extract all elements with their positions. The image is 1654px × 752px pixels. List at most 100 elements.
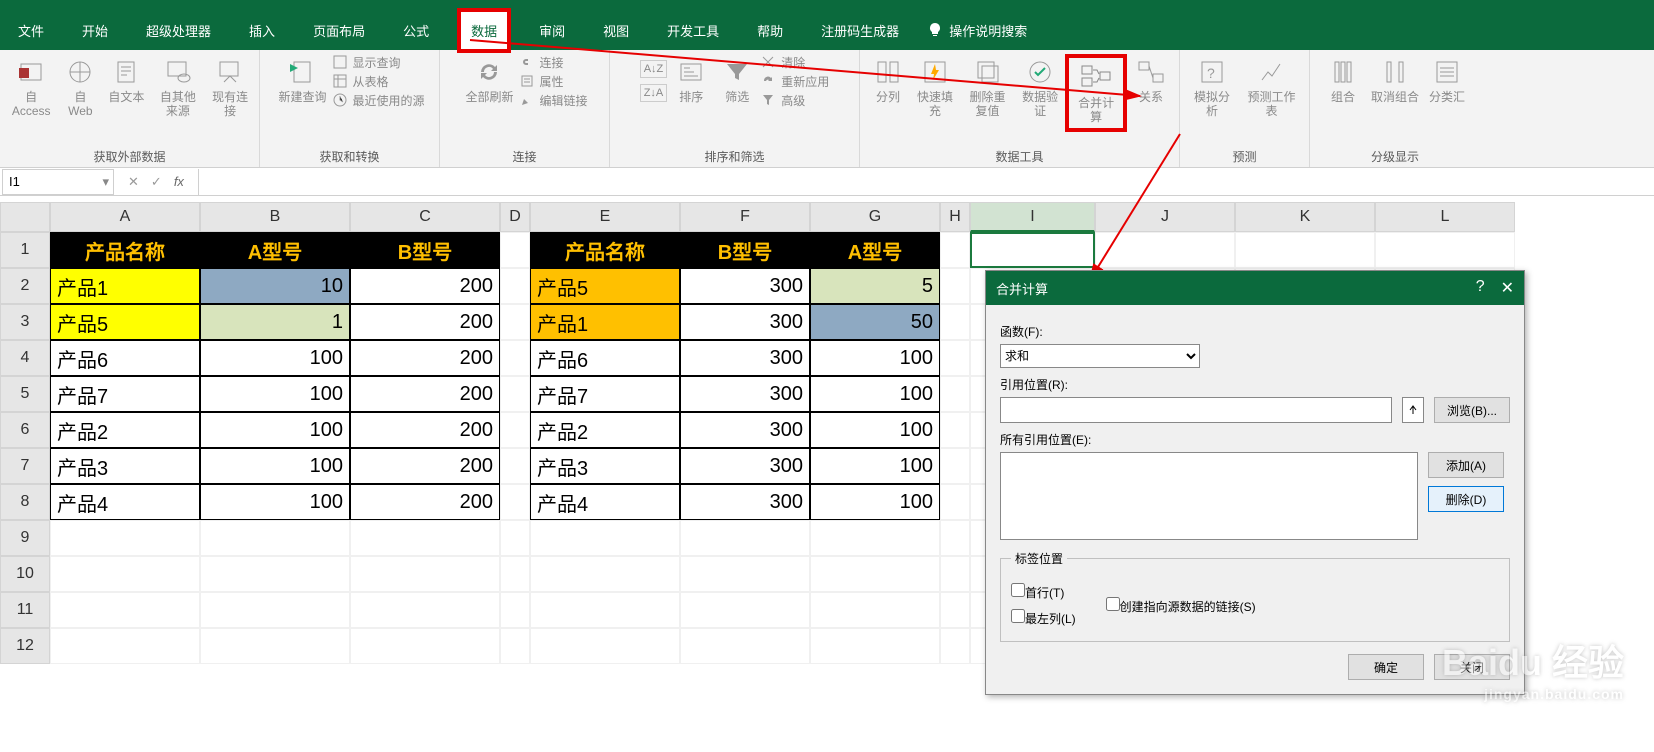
sort-desc-icon[interactable]: Z↓A <box>640 84 668 102</box>
tab-help[interactable]: 帮助 <box>747 12 793 49</box>
cell-H1[interactable] <box>940 232 970 268</box>
from-other-button[interactable]: 自其他来源 <box>150 54 205 120</box>
column-header-K[interactable]: K <box>1235 202 1375 232</box>
left-col-checkbox[interactable]: 最左列(L) <box>1011 609 1076 627</box>
cell-A1[interactable]: 产品名称 <box>50 232 200 268</box>
cell-D7[interactable] <box>500 448 530 484</box>
cell-E6[interactable]: 产品2 <box>530 412 680 448</box>
from-text-button[interactable]: 自文本 <box>104 54 148 106</box>
subtotal-button[interactable]: 分类汇 <box>1425 54 1469 106</box>
cell-D6[interactable] <box>500 412 530 448</box>
cell-E11[interactable] <box>530 592 680 628</box>
cell-A7[interactable]: 产品3 <box>50 448 200 484</box>
cell-D5[interactable] <box>500 376 530 412</box>
create-links-checkbox[interactable]: 创建指向源数据的链接(S) <box>1106 597 1256 615</box>
cell-D8[interactable] <box>500 484 530 520</box>
top-row-checkbox[interactable]: 首行(T) <box>1011 583 1076 601</box>
name-box[interactable]: I1 ▾ <box>2 169 114 195</box>
tab-super[interactable]: 超级处理器 <box>136 12 221 49</box>
row-header-10[interactable]: 10 <box>0 556 50 592</box>
from-access-button[interactable]: 自 Access <box>6 54 56 120</box>
cell-H3[interactable] <box>940 304 970 340</box>
tab-file[interactable]: 文件 <box>8 12 54 49</box>
cell-E1[interactable]: 产品名称 <box>530 232 680 268</box>
row-header-4[interactable]: 4 <box>0 340 50 376</box>
cell-F4[interactable]: 300 <box>680 340 810 376</box>
cell-B10[interactable] <box>200 556 350 592</box>
column-header-E[interactable]: E <box>530 202 680 232</box>
close-button[interactable]: 关闭 <box>1434 654 1510 680</box>
row-header-12[interactable]: 12 <box>0 628 50 664</box>
cell-B7[interactable]: 100 <box>200 448 350 484</box>
cell-C7[interactable]: 200 <box>350 448 500 484</box>
refresh-all-button[interactable]: 全部刷新 <box>461 54 517 106</box>
new-query-button[interactable]: 新建查询 <box>274 54 330 106</box>
cancel-icon[interactable]: ✕ <box>128 174 139 190</box>
cell-A5[interactable]: 产品7 <box>50 376 200 412</box>
cell-H11[interactable] <box>940 592 970 628</box>
group-button[interactable]: 组合 <box>1321 54 1365 106</box>
row-header-3[interactable]: 3 <box>0 304 50 340</box>
row-header-9[interactable]: 9 <box>0 520 50 556</box>
cell-H7[interactable] <box>940 448 970 484</box>
whatif-button[interactable]: ?模拟分析 <box>1186 54 1238 120</box>
cell-F6[interactable]: 300 <box>680 412 810 448</box>
cell-F1[interactable]: B型号 <box>680 232 810 268</box>
cell-A3[interactable]: 产品5 <box>50 304 200 340</box>
cell-E10[interactable] <box>530 556 680 592</box>
cell-D12[interactable] <box>500 628 530 664</box>
fx-icon[interactable]: fx <box>174 174 184 189</box>
function-select[interactable]: 求和 <box>1000 344 1200 368</box>
cell-A11[interactable] <box>50 592 200 628</box>
cell-B6[interactable]: 100 <box>200 412 350 448</box>
cell-E3[interactable]: 产品1 <box>530 304 680 340</box>
cell-G7[interactable]: 100 <box>810 448 940 484</box>
column-header-D[interactable]: D <box>500 202 530 232</box>
row-header-11[interactable]: 11 <box>0 592 50 628</box>
column-header-A[interactable]: A <box>50 202 200 232</box>
cell-B9[interactable] <box>200 520 350 556</box>
tell-me-search[interactable]: 操作说明搜索 <box>927 21 1027 40</box>
cell-G5[interactable]: 100 <box>810 376 940 412</box>
tab-home[interactable]: 开始 <box>72 12 118 49</box>
row-header-8[interactable]: 8 <box>0 484 50 520</box>
cell-D1[interactable] <box>500 232 530 268</box>
cell-B8[interactable]: 100 <box>200 484 350 520</box>
help-icon[interactable]: ? <box>1476 278 1485 298</box>
text-to-columns-button[interactable]: 分列 <box>866 54 910 106</box>
cell-E5[interactable]: 产品7 <box>530 376 680 412</box>
relationships-button[interactable]: 关系 <box>1129 54 1173 106</box>
remove-dup-button[interactable]: 删除重复值 <box>960 54 1015 120</box>
column-header-H[interactable]: H <box>940 202 970 232</box>
cell-G3[interactable]: 50 <box>810 304 940 340</box>
cell-D11[interactable] <box>500 592 530 628</box>
cell-C11[interactable] <box>350 592 500 628</box>
cell-G1[interactable]: A型号 <box>810 232 940 268</box>
cell-E7[interactable]: 产品3 <box>530 448 680 484</box>
dialog-titlebar[interactable]: 合并计算 ? ✕ <box>986 271 1524 305</box>
existing-conn-button[interactable]: 现有连接 <box>207 54 253 120</box>
cell-E2[interactable]: 产品5 <box>530 268 680 304</box>
cell-C10[interactable] <box>350 556 500 592</box>
cell-D3[interactable] <box>500 304 530 340</box>
tab-insert[interactable]: 插入 <box>239 12 285 49</box>
cell-H2[interactable] <box>940 268 970 304</box>
cell-H6[interactable] <box>940 412 970 448</box>
cell-G9[interactable] <box>810 520 940 556</box>
range-picker-button[interactable] <box>1402 397 1424 423</box>
show-query-button[interactable]: 显示查询 <box>333 54 425 71</box>
cell-A9[interactable] <box>50 520 200 556</box>
cell-C4[interactable]: 200 <box>350 340 500 376</box>
row-header-1[interactable]: 1 <box>0 232 50 268</box>
column-header-B[interactable]: B <box>200 202 350 232</box>
delete-button[interactable]: 删除(D) <box>1428 486 1504 512</box>
cell-B11[interactable] <box>200 592 350 628</box>
cell-F8[interactable]: 300 <box>680 484 810 520</box>
ok-button[interactable]: 确定 <box>1348 654 1424 680</box>
cell-G2[interactable]: 5 <box>810 268 940 304</box>
cell-H5[interactable] <box>940 376 970 412</box>
connections-button[interactable]: 连接 <box>520 54 588 71</box>
cell-D2[interactable] <box>500 268 530 304</box>
cell-H9[interactable] <box>940 520 970 556</box>
row-header-2[interactable]: 2 <box>0 268 50 304</box>
